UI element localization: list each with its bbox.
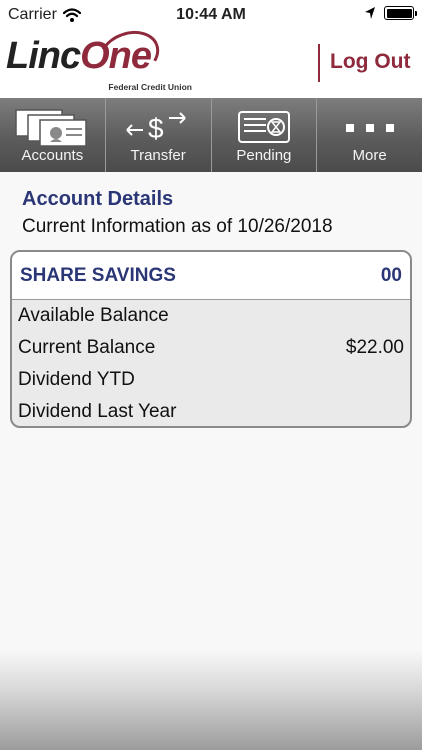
bottom-fade [0, 650, 422, 750]
account-row: Available Balance [12, 300, 410, 332]
account-row: Dividend Last Year [12, 396, 410, 426]
nav-label-pending: Pending [236, 147, 292, 164]
nav-label-accounts: Accounts [21, 147, 84, 164]
account-row: Current Balance $22.00 [12, 332, 410, 364]
more-icon [345, 124, 394, 132]
lincone-logo: LincOne Federal Credit Union [4, 22, 196, 96]
row-label: Dividend YTD [18, 369, 135, 390]
account-card[interactable]: SHARE SAVINGS 00 Available Balance Curre… [10, 250, 412, 428]
page-subtitle: Current Information as of 10/26/2018 [22, 216, 333, 237]
location-arrow-icon [365, 7, 375, 19]
account-suffix: 00 [380, 264, 402, 286]
nav-label-transfer: Transfer [130, 147, 186, 164]
account-card-header: SHARE SAVINGS 00 [12, 252, 410, 300]
row-label: Dividend Last Year [18, 401, 177, 422]
logout-button[interactable]: Log Out [330, 50, 410, 74]
status-right [364, 6, 417, 20]
nav-item-accounts[interactable]: Accounts [0, 98, 106, 172]
row-label: Available Balance [18, 305, 169, 326]
status-bar: Carrier 10:44 AM [0, 0, 422, 30]
header-divider [318, 44, 320, 82]
logo-one-text: One [80, 35, 152, 77]
page-title: Account Details [22, 188, 174, 210]
logo-subtitle: Federal Credit Union [108, 82, 192, 92]
pending-icon [237, 111, 290, 143]
battery-icon [384, 6, 417, 20]
logo-linc-text: Linc [6, 35, 81, 77]
nav-item-more[interactable]: More [317, 98, 422, 172]
row-label: Current Balance [18, 337, 156, 358]
nav-toolbar: Accounts $ Transfer Pending More [0, 98, 422, 172]
nav-label-more: More [352, 147, 387, 164]
app-header: LincOne Federal Credit Union Log Out [0, 22, 422, 98]
row-value: $22.00 [345, 337, 404, 358]
account-name: SHARE SAVINGS [20, 264, 176, 286]
account-row: Dividend YTD [12, 364, 410, 396]
nav-item-transfer[interactable]: $ Transfer [106, 98, 212, 172]
svg-text:$: $ [148, 113, 164, 144]
transfer-icon: $ [126, 112, 186, 144]
status-time: 10:44 AM [176, 6, 246, 23]
accounts-icon [15, 109, 88, 147]
nav-item-pending[interactable]: Pending [212, 98, 318, 172]
